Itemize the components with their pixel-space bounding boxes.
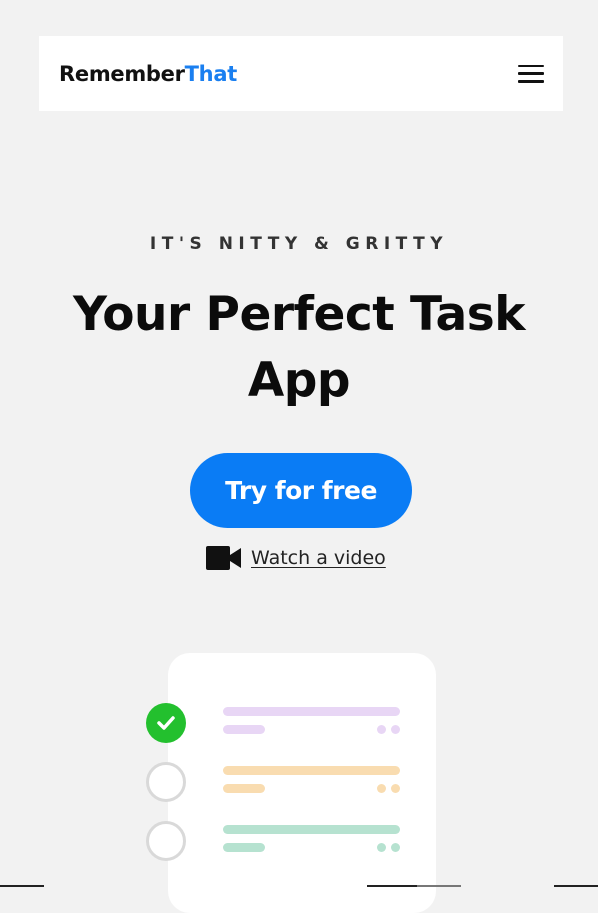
logo[interactable]: RememberThat [59, 62, 237, 86]
checked-circle-icon [146, 703, 186, 743]
task-line-short [223, 784, 265, 793]
checkmark-icon [157, 716, 175, 730]
try-for-free-button[interactable]: Try for free [190, 453, 412, 528]
hero-eyebrow: IT'S NITTY & GRITTY [149, 234, 449, 254]
menu-line [518, 64, 544, 67]
task-dot [377, 725, 386, 734]
navbar: RememberThat [39, 36, 563, 111]
video-camera-icon [206, 546, 241, 570]
watch-video-label: Watch a video [251, 547, 386, 569]
task-dot [391, 843, 400, 852]
task-dot [391, 784, 400, 793]
logo-main-text: Remember [59, 61, 185, 86]
task-line-long [223, 825, 400, 834]
watch-video-link[interactable]: Watch a video [206, 546, 386, 570]
task-dot [391, 725, 400, 734]
hamburger-menu-icon[interactable] [518, 64, 544, 83]
task-line-short [223, 725, 265, 734]
unchecked-circle-icon [146, 762, 186, 802]
task-dot [377, 843, 386, 852]
task-line-long [223, 707, 400, 716]
task-illustration-card [168, 653, 436, 913]
task-line-long [223, 766, 400, 775]
logo-accent-text: That [184, 61, 238, 86]
task-line-short [223, 843, 265, 852]
menu-line [518, 80, 544, 83]
hero-headline: Your Perfect Task App [73, 287, 525, 408]
menu-line [518, 72, 544, 75]
task-dot [377, 784, 386, 793]
unchecked-circle-icon [146, 821, 186, 861]
